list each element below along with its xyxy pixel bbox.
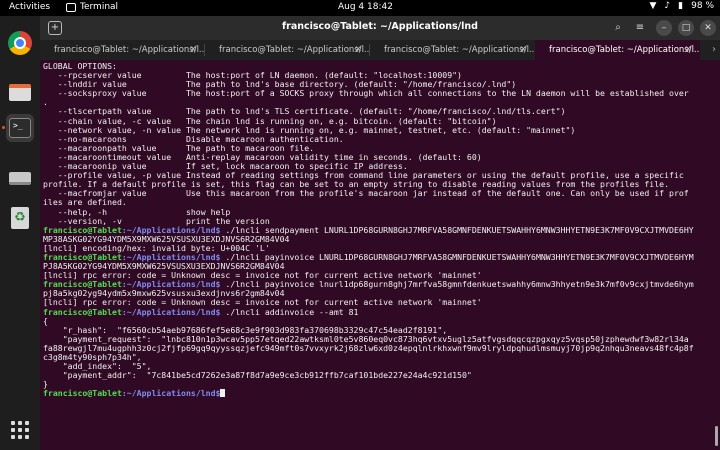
- show-apps-icon[interactable]: [11, 421, 29, 439]
- clock[interactable]: Aug 4 18:42: [338, 2, 393, 12]
- command-text: ./lncli addinvoice --amt 81: [220, 306, 359, 317]
- disk-icon[interactable]: [6, 164, 34, 192]
- tab-3[interactable]: francisco@Tablet: ~/Applications/l... ✕: [370, 40, 535, 60]
- files-icon[interactable]: [6, 78, 34, 106]
- prompt-path: :~/Applications/lnd$: [121, 388, 221, 399]
- terminal-app-icon: [66, 3, 76, 12]
- search-icon[interactable]: ⌕: [610, 20, 626, 36]
- close-icon[interactable]: ✕: [354, 40, 362, 60]
- trash-icon[interactable]: ♻: [6, 204, 34, 232]
- running-indicator: [2, 126, 5, 129]
- title-bar[interactable]: + francisco@Tablet: ~/Applications/lnd ⌕…: [40, 16, 720, 40]
- minimize-button[interactable]: –: [656, 20, 672, 36]
- close-icon[interactable]: ✕: [684, 40, 692, 60]
- tab-2[interactable]: francisco@Tablet: ~/Applications/l... ✕: [205, 40, 370, 60]
- tab-4-active[interactable]: francisco@Tablet: ~/Applications/l... ✕: [535, 40, 700, 60]
- prompt-path: :~/Applications/lnd$: [121, 306, 221, 317]
- close-icon[interactable]: ✕: [519, 40, 527, 60]
- battery-icon: ▮: [678, 1, 684, 11]
- tab-label: francisco@Tablet: ~/Applications/l...: [54, 45, 205, 55]
- output-line: "payment_addr": "7c841be5cd7262e3a87f8d7…: [43, 370, 472, 381]
- activities-button[interactable]: Activities: [9, 2, 50, 12]
- volume-icon: ♪: [664, 1, 671, 11]
- system-tray[interactable]: ▼ ♪ ▮ 98 %: [650, 1, 715, 11]
- menu-icon[interactable]: ≡: [632, 20, 648, 36]
- terminal-icon[interactable]: >_: [6, 114, 34, 142]
- wifi-icon: ▼: [649, 1, 657, 11]
- command-text: ./lncli sendpayment LNURL1DP68GURN8GHJ7M…: [220, 224, 694, 235]
- prompt-user: francisco@Tablet: [43, 306, 122, 317]
- text-cursor: [220, 389, 226, 398]
- prompt-line: francisco@Tablet:~/Applications/lnd$ ./l…: [43, 306, 715, 317]
- command-text: ./lncli payinvoice lnurl1dp68gurn8ghj7mr…: [220, 279, 694, 290]
- scrollbar[interactable]: [715, 426, 718, 446]
- output-line: --macfromjar value Use this macaroon fro…: [43, 188, 689, 199]
- tab-1[interactable]: francisco@Tablet: ~/Applications/l... ✕: [40, 40, 205, 60]
- tab-label: francisco@Tablet: ~/Applications/l...: [219, 45, 370, 55]
- maximize-button[interactable]: □: [678, 20, 694, 36]
- output-line: --socksproxy value The host:port of a SO…: [43, 88, 689, 99]
- top-bar: Activities Terminal Aug 4 18:42 ▼ ♪ ▮ 98…: [0, 0, 720, 16]
- dock: >_ ♻: [0, 16, 40, 450]
- app-menu[interactable]: Terminal: [80, 2, 118, 12]
- tab-label: francisco@Tablet: ~/Applications/l...: [549, 45, 700, 55]
- terminal-output[interactable]: GLOBAL OPTIONS: --rpcserver value The ho…: [43, 62, 715, 450]
- command-text: ./lncli payinvoice LNURL1DP68GURN8GHJ7MR…: [220, 251, 694, 262]
- battery-percent: 98 %: [691, 1, 714, 11]
- prompt-line: francisco@Tablet:~/Applications/lnd$: [43, 389, 715, 398]
- terminal-window: + francisco@Tablet: ~/Applications/lnd ⌕…: [40, 16, 720, 450]
- chevron-right-icon[interactable]: ›: [712, 40, 716, 60]
- tab-bar: francisco@Tablet: ~/Applications/l... ✕ …: [40, 40, 720, 60]
- close-icon[interactable]: ✕: [189, 40, 197, 60]
- tab-label: francisco@Tablet: ~/Applications/l...: [384, 45, 535, 55]
- output-line: fa88rewgjl7mu4ugphh3z0cj2fjfp69gq9qyyssq…: [43, 342, 694, 353]
- chrome-icon[interactable]: [6, 29, 34, 57]
- prompt-user: francisco@Tablet: [43, 388, 122, 399]
- close-button[interactable]: ✕: [700, 20, 716, 36]
